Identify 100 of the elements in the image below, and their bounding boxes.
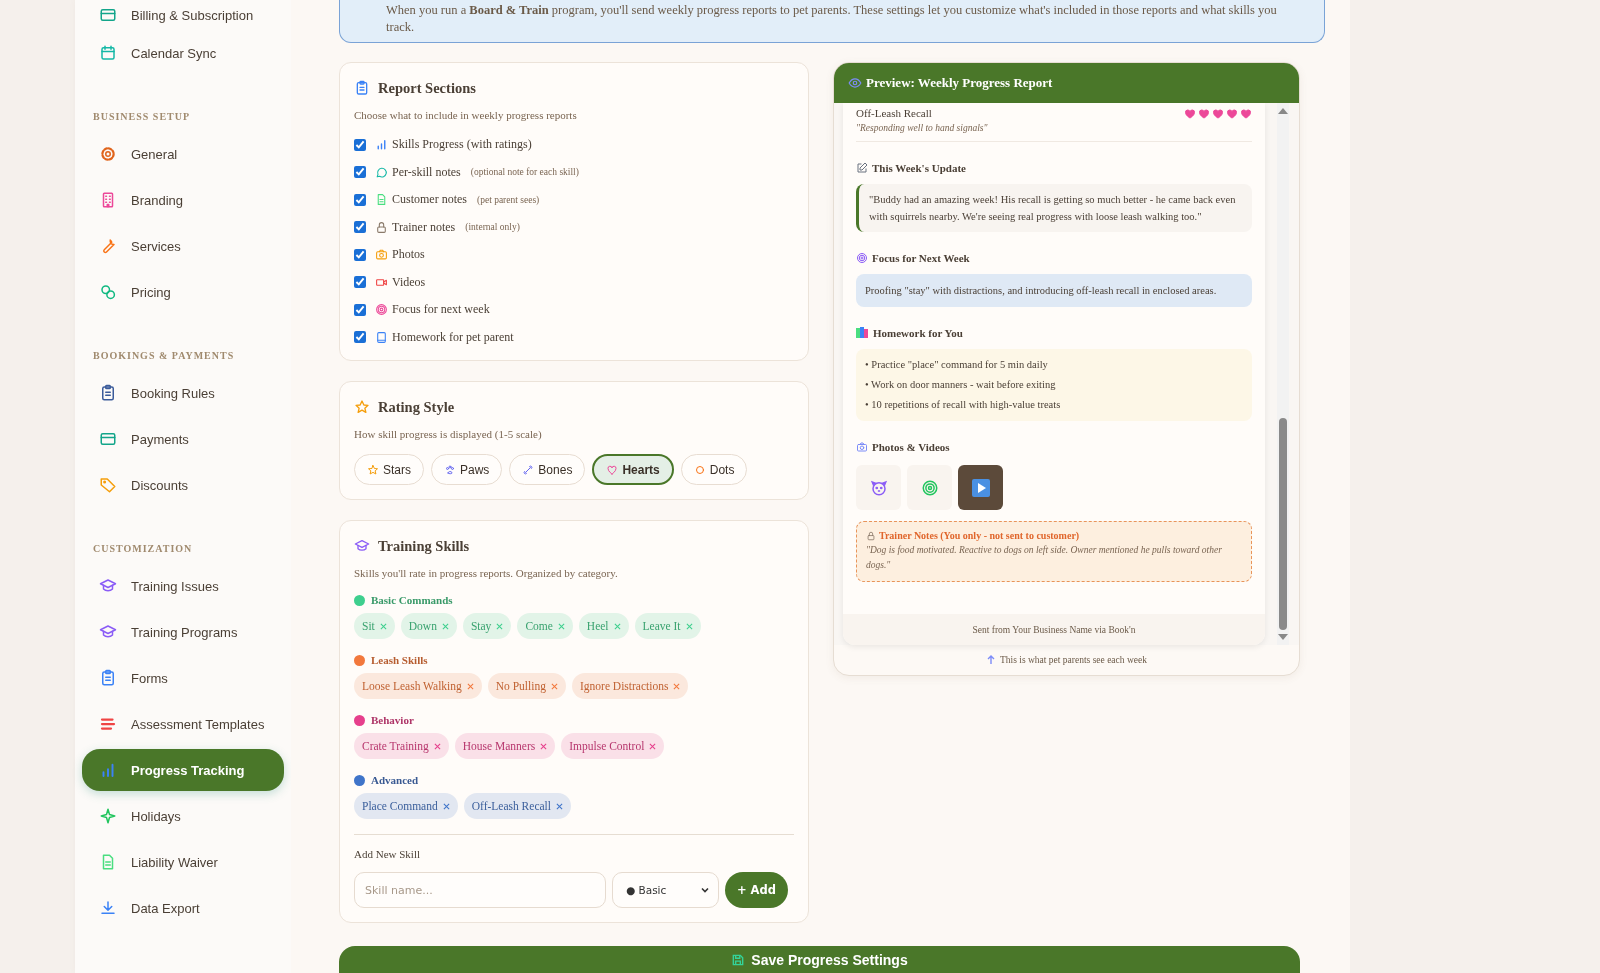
section-heading: CUSTOMIZATION xyxy=(92,542,194,556)
sidebar-item[interactable]: Services xyxy=(75,223,291,269)
remove-icon[interactable] xyxy=(557,622,565,630)
info-text: When you run a Board & Train program, you'll send weekly progress reports to pet parents. These settings let you customize what's included in those reports and what skills you track. xyxy=(386,3,1277,34)
checkbox[interactable] xyxy=(354,331,366,344)
sparkle-icon xyxy=(99,807,117,825)
checkbox[interactable] xyxy=(354,193,366,206)
sidebar-item[interactable]: Payments xyxy=(75,416,291,462)
card-subtitle: Choose what to include in weekly progress reports xyxy=(354,108,578,123)
option-note: (optional note for each skill) xyxy=(470,167,579,178)
remove-icon[interactable] xyxy=(433,742,441,750)
remove-icon[interactable] xyxy=(540,742,548,750)
media-thumbnail[interactable] xyxy=(958,465,1003,510)
heart-icon xyxy=(1212,107,1224,119)
option-note: (internal only) xyxy=(465,222,520,233)
rating-option-button[interactable]: Bones xyxy=(509,454,586,485)
skill-chip[interactable]: Off-Leash Recall xyxy=(463,793,571,819)
skill-name: Off-Leash Recall xyxy=(856,107,932,119)
chat-bubble-icon xyxy=(375,165,388,179)
remove-icon[interactable] xyxy=(685,622,693,630)
card-subtitle: How skill progress is displayed (1-5 scale) xyxy=(354,427,543,442)
skill-note: "Responding well to hand signals" xyxy=(856,122,989,135)
camera-icon xyxy=(375,248,388,262)
heart-icon xyxy=(606,463,619,476)
sidebar-item[interactable]: Booking Rules xyxy=(75,370,291,416)
save-icon xyxy=(731,953,746,967)
remove-icon[interactable] xyxy=(649,742,657,750)
rating-option-button[interactable]: Dots xyxy=(680,454,748,485)
checkbox[interactable] xyxy=(354,138,366,151)
sidebar-item[interactable]: Training Issues xyxy=(75,563,291,609)
remove-icon[interactable] xyxy=(556,802,563,810)
edit-icon xyxy=(856,162,868,174)
skill-name-field[interactable]: Skill name... xyxy=(354,872,606,908)
books-icon xyxy=(856,327,869,339)
option-label: Per-skill notes xyxy=(392,164,461,180)
media-thumbnail[interactable] xyxy=(907,465,952,510)
sidebar-item[interactable]: Liability Waiver xyxy=(75,839,291,885)
sidebar-item[interactable]: Data Export xyxy=(75,885,291,931)
category-heading: Behavior xyxy=(371,714,414,726)
report-footer: Sent from Your Business Name via Book'n xyxy=(972,624,1136,635)
skill-chip[interactable]: Place Command xyxy=(354,793,458,819)
add-button[interactable]: + Add xyxy=(725,872,788,908)
trainer-notes-text: "Dog is food motivated. Reactive to dogs on left side. Owner mentioned he pulls toward other dogs." xyxy=(866,544,1223,572)
checkbox[interactable] xyxy=(354,276,366,289)
sidebar-item[interactable]: Calendar Sync xyxy=(75,30,291,76)
camera-icon xyxy=(856,441,868,453)
remove-icon[interactable] xyxy=(613,622,621,630)
remove-icon[interactable] xyxy=(466,682,474,690)
checkbox[interactable] xyxy=(354,303,366,316)
skill-chip[interactable]: Crate Training xyxy=(354,733,449,759)
media-thumbnail[interactable] xyxy=(856,465,901,510)
trainer-notes-title: Trainer Notes (You only - not sent to customer) xyxy=(879,530,1080,541)
field-label: Add New Skill xyxy=(354,847,421,862)
remove-icon[interactable] xyxy=(379,622,387,630)
arrow-up-icon xyxy=(986,655,997,665)
card-title: Training Skills xyxy=(378,537,470,555)
option-label: Trainer notes xyxy=(392,219,456,235)
rating-option-button[interactable]: Paws xyxy=(431,454,503,485)
sidebar-item[interactable]: Holidays xyxy=(75,793,291,839)
heart-icon xyxy=(1226,107,1238,119)
checkbox[interactable] xyxy=(354,248,366,261)
skill-chip[interactable]: Impulse Control xyxy=(561,733,665,759)
sidebar-item[interactable]: Branding xyxy=(75,177,291,223)
remove-icon[interactable] xyxy=(441,622,449,630)
checkbox[interactable] xyxy=(354,166,366,179)
credit-card-icon xyxy=(99,6,117,24)
lock-icon xyxy=(866,530,876,541)
sidebar-item[interactable]: Discounts xyxy=(75,462,291,508)
sidebar-item[interactable]: Pricing xyxy=(75,269,291,315)
skill-chip[interactable]: Loose Leash Walking xyxy=(354,673,482,699)
skill-chip[interactable]: Ignore Distractions xyxy=(571,673,689,699)
target-icon xyxy=(920,478,939,497)
tag-icon xyxy=(99,476,117,494)
option-label: Customer notes xyxy=(392,192,467,208)
category-select[interactable]: ● Basic xyxy=(612,872,719,908)
option-label: Focus for next week xyxy=(392,302,490,318)
chevron-down-icon xyxy=(700,885,710,895)
sidebar-item[interactable]: Assessment Templates xyxy=(75,701,291,747)
skill-chip[interactable]: No Pulling xyxy=(487,673,566,699)
scrollbar[interactable] xyxy=(1277,103,1289,645)
dog-face-icon xyxy=(869,478,888,497)
remove-icon[interactable] xyxy=(550,682,558,690)
sidebar-item[interactable]: Billing & Subscription xyxy=(75,0,291,30)
checkbox[interactable] xyxy=(354,221,366,234)
remove-icon[interactable] xyxy=(673,682,681,690)
remove-icon[interactable] xyxy=(496,622,504,630)
skill-chip[interactable]: House Manners xyxy=(454,733,556,759)
sidebar-item[interactable]: General xyxy=(75,131,291,177)
scroll-up-icon[interactable] xyxy=(1278,107,1288,114)
sidebar-item[interactable]: Forms xyxy=(75,655,291,701)
star-icon xyxy=(354,399,370,415)
rating-option-button[interactable]: Hearts xyxy=(592,454,674,485)
save-button[interactable]: Save Progress Settings xyxy=(339,946,1300,973)
remove-icon[interactable] xyxy=(442,802,450,810)
scroll-down-icon[interactable] xyxy=(1278,634,1288,641)
sidebar-item[interactable]: Progress Tracking xyxy=(82,749,284,791)
sidebar-item[interactable]: Training Programs xyxy=(75,609,291,655)
rating-option-button[interactable]: Stars xyxy=(354,454,424,485)
calendar-icon xyxy=(99,44,117,62)
preview-caption: This is what pet parents see each week xyxy=(1000,655,1147,665)
